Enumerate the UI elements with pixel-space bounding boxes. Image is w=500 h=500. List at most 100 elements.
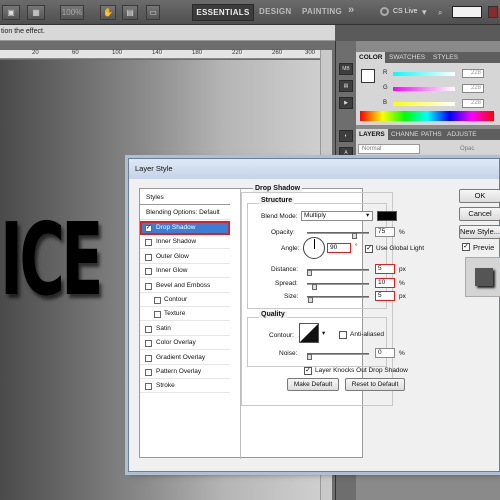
workspace-overflow[interactable]: » [348, 4, 354, 16]
knockout-checkbox[interactable]: ✓ [304, 367, 312, 375]
chevron-down-icon[interactable]: ▾ [322, 329, 325, 337]
noise-slider-thumb[interactable] [307, 354, 312, 360]
adjustments-icon[interactable]: ◐ [339, 130, 353, 142]
effect-checkbox[interactable] [145, 325, 152, 333]
tab-swatches[interactable]: SWATCHES [386, 52, 428, 63]
effect-checkbox[interactable] [145, 239, 152, 247]
distance-field[interactable]: 5 [375, 264, 395, 274]
effect-label: Pattern Overlay [156, 368, 202, 375]
spread-field[interactable]: 10 [375, 278, 395, 288]
reset-to-default-button[interactable]: Reset to Default [345, 378, 405, 391]
cs-live-chevron-icon[interactable]: ▾ [422, 7, 427, 18]
effect-label: Drop Shadow [156, 224, 196, 231]
effect-item-inner-shadow[interactable]: Inner Shadow [140, 235, 230, 250]
preview-checkbox[interactable]: ✓ [462, 243, 470, 251]
make-default-button[interactable]: Make Default [287, 378, 339, 391]
close-icon[interactable] [488, 6, 498, 18]
effect-item-stroke[interactable]: Stroke [140, 379, 230, 394]
color-spectrum-ramp[interactable] [360, 111, 494, 121]
blending-options-item[interactable]: Blending Options: Default [140, 206, 230, 220]
channel-g-slider[interactable] [393, 87, 455, 91]
angle-dial[interactable] [303, 237, 325, 259]
size-slider-thumb[interactable] [308, 297, 313, 303]
effect-checkbox[interactable] [145, 268, 152, 276]
cs-live-label[interactable]: CS Live [393, 8, 418, 15]
channel-b-field[interactable]: 228 [462, 99, 484, 108]
effect-item-color-overlay[interactable]: Color Overlay [140, 336, 230, 351]
ok-button[interactable]: OK [459, 189, 500, 203]
styles-header[interactable]: Styles [140, 191, 230, 205]
channel-r-field[interactable]: 228 [462, 69, 484, 78]
search-input[interactable] [452, 6, 482, 18]
new-style-button[interactable]: New Style... [459, 225, 500, 239]
effect-checkbox[interactable]: ✓ [145, 225, 152, 232]
ruler-tick: 220 [232, 50, 243, 56]
effect-checkbox[interactable] [145, 383, 152, 391]
effect-checkbox[interactable] [154, 297, 161, 304]
tab-layers[interactable]: LAYERS [356, 129, 388, 140]
effect-item-outer-glow[interactable]: Outer Glow [140, 250, 230, 264]
noise-slider-track[interactable] [307, 353, 369, 355]
channel-b-slider[interactable] [393, 102, 455, 106]
anti-aliased-checkbox[interactable] [339, 331, 347, 339]
effect-label: Color Overlay [156, 339, 196, 347]
tab-color[interactable]: COLOR [356, 52, 386, 63]
size-field[interactable]: 5 [375, 291, 395, 301]
distance-slider-track[interactable] [307, 269, 369, 271]
size-slider-track[interactable] [307, 296, 369, 298]
angle-field[interactable]: 90 [327, 243, 351, 253]
effect-checkbox[interactable] [145, 340, 152, 348]
contour-preview[interactable] [299, 323, 319, 343]
tab-paths[interactable]: PATHS [418, 129, 445, 140]
effect-item-drop-shadow[interactable]: ✓ Drop Shadow [140, 221, 230, 235]
use-global-light-checkbox[interactable]: ✓ [365, 245, 373, 253]
foreground-color-swatch[interactable] [361, 69, 375, 83]
effect-item-bevel-and-emboss[interactable]: Bevel and Emboss [140, 279, 230, 293]
tab-channels[interactable]: CHANNE [388, 129, 421, 140]
distance-slider-thumb[interactable] [307, 270, 312, 276]
effect-item-texture[interactable]: Texture [140, 307, 230, 322]
effect-checkbox[interactable] [145, 369, 152, 376]
tab-styles[interactable]: STYLES [430, 52, 461, 63]
opacity-slider-thumb[interactable] [352, 233, 357, 239]
layer-blend-mode-select[interactable]: Normal [358, 144, 420, 154]
workspace-essentials[interactable]: ESSENTIALS [192, 4, 254, 21]
effect-item-contour[interactable]: Contour [140, 293, 230, 307]
mini-bridge-icon[interactable]: MB [339, 63, 353, 75]
cs-live-icon[interactable] [380, 7, 389, 16]
workspace-painting[interactable]: PAINTING [302, 7, 342, 16]
arrange-documents-icon[interactable]: ▤ [122, 5, 138, 20]
effect-checkbox[interactable] [154, 311, 161, 319]
channel-g-label: G [383, 85, 388, 91]
view-extras-icon[interactable]: ▦ [27, 5, 45, 20]
cancel-button[interactable]: Cancel [459, 207, 500, 221]
channel-r-slider[interactable] [393, 72, 455, 76]
zoom-level[interactable]: 100% [60, 5, 84, 20]
effect-item-gradient-overlay[interactable]: Gradient Overlay [140, 351, 230, 365]
opacity-slider-track[interactable] [307, 232, 369, 234]
opacity-field[interactable]: 75 [375, 227, 395, 237]
bridge-icon[interactable]: ▣ [2, 5, 20, 20]
effect-item-satin[interactable]: Satin [140, 322, 230, 336]
effect-checkbox[interactable] [145, 282, 152, 290]
spread-slider-thumb[interactable] [312, 284, 317, 290]
effect-label: Contour [164, 296, 188, 303]
channel-g-field[interactable]: 228 [462, 84, 484, 93]
canvas-text-layer: ICE [0, 201, 103, 318]
blend-mode-select[interactable]: Multiply [301, 211, 373, 221]
effect-item-inner-glow[interactable]: Inner Glow [140, 264, 230, 279]
workspace-design[interactable]: DESIGN [259, 7, 291, 16]
screen-mode-icon[interactable]: ▭ [146, 5, 160, 20]
structure-title: Structure [259, 197, 295, 204]
tab-adjustments[interactable]: ADJUSTE [444, 129, 480, 140]
noise-field[interactable]: 0 [375, 348, 395, 358]
history-icon[interactable]: ▤ [339, 80, 353, 92]
opacity-unit: % [399, 229, 405, 236]
actions-icon[interactable]: ▶ [339, 97, 353, 109]
shadow-color-swatch[interactable] [377, 211, 397, 221]
effect-checkbox[interactable] [145, 354, 152, 362]
options-bar: tion the effect. [0, 25, 335, 41]
hand-tool-icon[interactable]: ✋ [100, 5, 116, 20]
effect-item-pattern-overlay[interactable]: Pattern Overlay [140, 365, 230, 379]
effect-checkbox[interactable] [145, 253, 152, 261]
